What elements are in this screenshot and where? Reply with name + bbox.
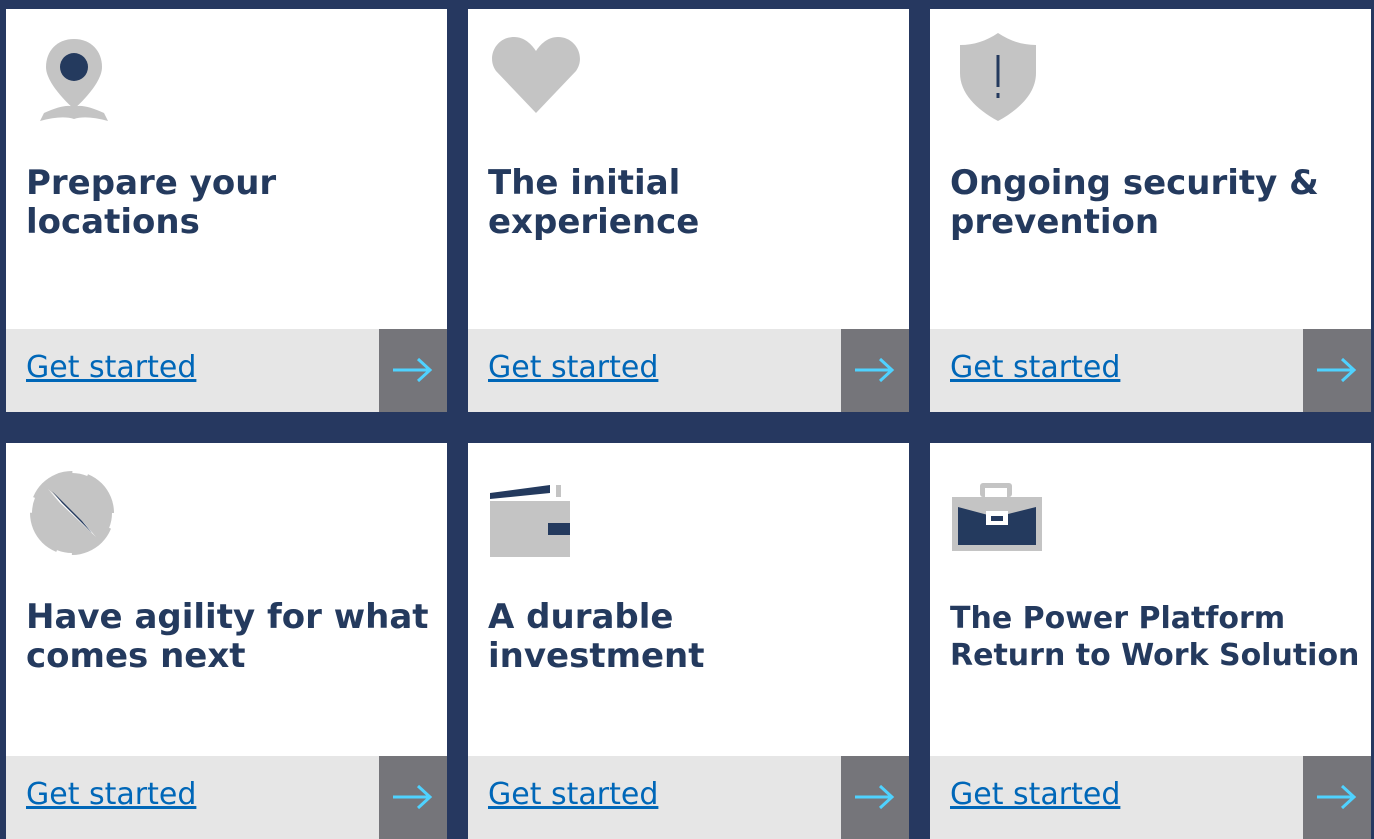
arrow-right-icon bbox=[1317, 357, 1357, 383]
arrow-button[interactable] bbox=[841, 329, 909, 412]
arrow-right-icon bbox=[1317, 784, 1357, 810]
shield-alert-icon bbox=[950, 29, 1046, 125]
get-started-link[interactable]: Get started bbox=[26, 775, 196, 815]
card-power-platform: The Power Platform Return to Work Soluti… bbox=[930, 443, 1371, 839]
card-agility: Have agility for what comes next Get sta… bbox=[6, 443, 447, 839]
arrow-right-icon bbox=[855, 784, 895, 810]
arrow-right-icon bbox=[855, 357, 895, 383]
arrow-button[interactable] bbox=[379, 329, 447, 412]
cta-bar: Get started bbox=[930, 329, 1371, 412]
wallet-icon bbox=[488, 463, 584, 559]
card-title: Ongoing security & prevention bbox=[950, 163, 1319, 242]
location-pin-icon bbox=[26, 29, 122, 125]
get-started-link[interactable]: Get started bbox=[950, 775, 1120, 815]
arrow-button[interactable] bbox=[1303, 329, 1371, 412]
arrow-button[interactable] bbox=[1303, 756, 1371, 839]
card-durable-investment: A durable investment Get started bbox=[468, 443, 909, 839]
card-title: Have agility for what comes next bbox=[26, 597, 429, 676]
card-initial-experience: The initial experience Get started bbox=[468, 9, 909, 412]
briefcase-icon bbox=[950, 463, 1046, 559]
cta-bar: Get started bbox=[6, 329, 447, 412]
heart-icon bbox=[488, 29, 584, 125]
card-prepare-locations: Prepare your locations Get started bbox=[6, 9, 447, 412]
get-started-link[interactable]: Get started bbox=[950, 348, 1120, 388]
arrow-right-icon bbox=[393, 784, 433, 810]
cta-bar: Get started bbox=[468, 756, 909, 839]
card-title: The Power Platform Return to Work Soluti… bbox=[950, 601, 1360, 673]
get-started-link[interactable]: Get started bbox=[26, 348, 196, 388]
compass-icon bbox=[26, 463, 122, 559]
cta-bar: Get started bbox=[6, 756, 447, 839]
get-started-link[interactable]: Get started bbox=[488, 775, 658, 815]
cta-bar: Get started bbox=[930, 756, 1371, 839]
arrow-button[interactable] bbox=[379, 756, 447, 839]
get-started-link[interactable]: Get started bbox=[488, 348, 658, 388]
arrow-button[interactable] bbox=[841, 756, 909, 839]
card-title: Prepare your locations bbox=[26, 163, 277, 242]
card-title: A durable investment bbox=[488, 597, 705, 676]
card-title: The initial experience bbox=[488, 163, 700, 242]
arrow-right-icon bbox=[393, 357, 433, 383]
card-ongoing-security: Ongoing security & prevention Get starte… bbox=[930, 9, 1371, 412]
cta-bar: Get started bbox=[468, 329, 909, 412]
